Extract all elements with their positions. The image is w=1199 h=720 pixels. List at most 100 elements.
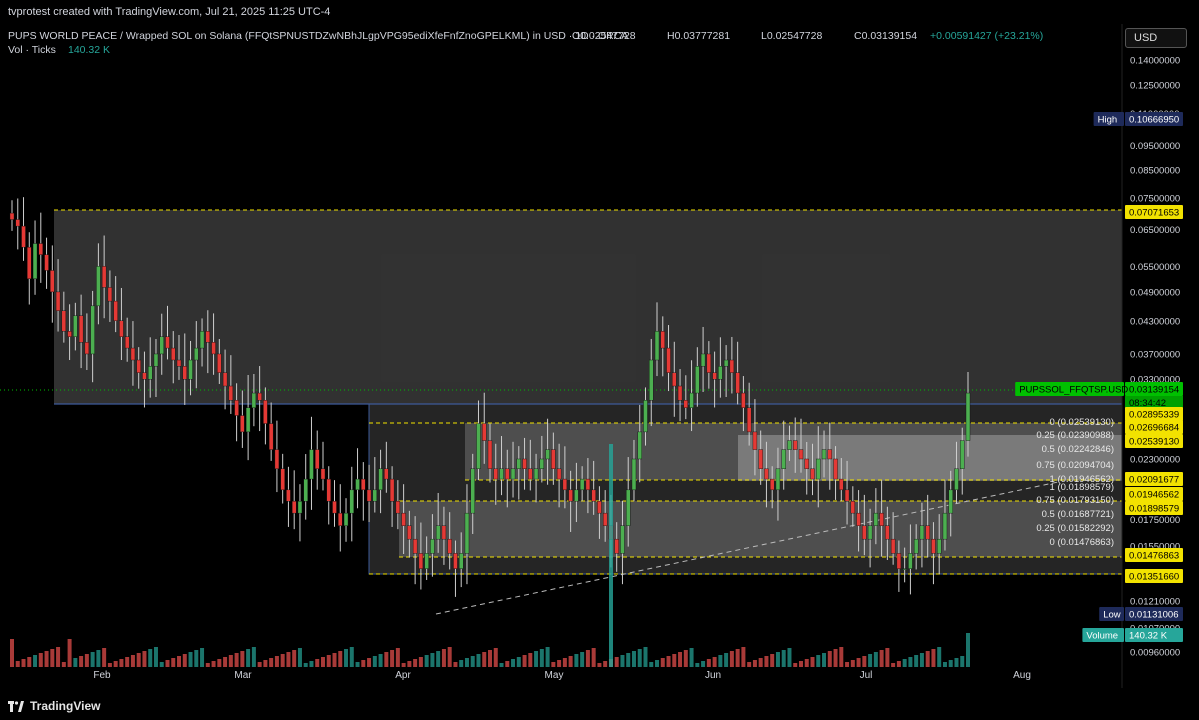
price-label-prefix: Volume — [1086, 631, 1118, 642]
candle-down — [412, 538, 418, 554]
price-label-prefix: PUPSSOL_FFQTSP.USD — [1019, 385, 1128, 396]
volume-bar — [672, 654, 677, 667]
candle-down — [38, 243, 43, 255]
volume-bar — [44, 651, 49, 667]
price-label-value: 0.02091677 — [1129, 475, 1179, 486]
volume-bar — [286, 652, 291, 667]
volume-bar — [614, 657, 619, 667]
candle-up — [153, 353, 159, 367]
candle-up — [430, 538, 435, 554]
candle-down — [522, 458, 527, 470]
volume-bar — [534, 651, 539, 667]
candle-up — [689, 392, 694, 408]
volume-bar — [211, 661, 216, 667]
volume-bar — [251, 647, 256, 667]
volume-bar — [413, 659, 418, 667]
candle-up — [309, 449, 314, 480]
candle-up — [533, 468, 539, 480]
volume-bar — [79, 656, 84, 667]
volume-bar — [470, 656, 475, 667]
volume-bar — [269, 658, 274, 667]
ohlc-change: +0.00591427 (+23.21%) — [930, 30, 1043, 42]
candle-down — [810, 468, 815, 480]
candle-up — [626, 489, 631, 526]
volume-bar — [384, 652, 389, 667]
volume-bar — [683, 650, 688, 667]
candle-up — [821, 449, 827, 460]
volume-bar — [689, 648, 694, 667]
volume-bar — [557, 660, 562, 667]
volume-bar — [33, 655, 38, 667]
volume-bar — [200, 648, 205, 667]
candle-up — [867, 525, 873, 540]
candle-down — [556, 468, 562, 480]
volume-bar — [447, 647, 452, 667]
top-bar: tvprotest created with TradingView.com, … — [0, 0, 1199, 24]
ohlc-low: L0.02547728 — [761, 30, 822, 42]
volume-bar — [274, 656, 279, 667]
candle-up — [718, 366, 723, 380]
price-label-prefix: High — [1098, 115, 1118, 126]
candle-up — [32, 243, 38, 279]
price-tick-label: 0.07500000 — [1130, 193, 1180, 204]
price-label-value: 0.02539130 — [1129, 437, 1179, 448]
volume-bar — [822, 653, 827, 667]
chart-area[interactable]: PUPS WORLD PEACE / Wrapped SOL on Solana… — [0, 24, 1199, 688]
candle-down — [614, 538, 619, 554]
candle-down — [896, 553, 902, 569]
volume-bar — [505, 661, 510, 667]
currency-button[interactable]: USD — [1125, 28, 1187, 48]
volume-bar — [948, 660, 953, 667]
volume-bar — [735, 649, 740, 667]
candle-up — [297, 500, 303, 514]
ohlc-open: O0.02547728 — [572, 30, 636, 42]
candle-down — [101, 266, 107, 288]
candle-up — [355, 478, 360, 491]
candle-down — [366, 489, 372, 502]
volume-bar — [758, 658, 763, 667]
volume-bar — [102, 648, 107, 667]
volume-bar — [228, 655, 233, 667]
candle-down — [211, 342, 216, 355]
volume-bar — [966, 633, 970, 667]
candle-up — [965, 392, 971, 441]
volume-bar — [695, 663, 700, 667]
volume-bar — [528, 653, 533, 667]
chart-svg[interactable]: PUPS WORLD PEACE / Wrapped SOL on Solana… — [0, 24, 1199, 688]
volume-bar — [626, 653, 631, 667]
volume-bar — [223, 657, 228, 667]
time-tick-label: May — [545, 670, 564, 681]
volume-bar — [724, 653, 729, 667]
volume-bar — [441, 649, 446, 667]
candle-down — [827, 449, 832, 460]
volume-bar — [896, 661, 901, 667]
volume-bar — [603, 661, 608, 667]
candle-down — [505, 468, 510, 480]
volume-bar — [344, 649, 349, 667]
candle-down — [660, 331, 665, 349]
candle-up — [499, 468, 504, 480]
volume-bar — [839, 647, 844, 667]
candle-down — [856, 512, 861, 526]
candle-down — [50, 270, 55, 293]
candle-up — [96, 266, 101, 307]
volume-bar — [459, 660, 464, 667]
candle-down — [453, 553, 458, 569]
candle-up — [73, 315, 78, 337]
volume-bar — [741, 647, 746, 667]
volume-bar — [27, 657, 32, 667]
volume-bar — [338, 651, 343, 667]
volume-bar — [862, 656, 867, 667]
volume-bar — [850, 660, 855, 667]
volume-bar — [205, 663, 210, 667]
candle-up — [620, 525, 625, 554]
candle-down — [176, 359, 182, 367]
candle-down — [672, 372, 677, 387]
candle-down — [61, 310, 67, 332]
volume-bar — [424, 655, 429, 667]
volume-bar — [493, 648, 498, 667]
volume-bar — [355, 662, 360, 667]
candle-down — [551, 449, 556, 470]
candle-down — [879, 512, 884, 526]
volume-bar — [770, 654, 775, 667]
